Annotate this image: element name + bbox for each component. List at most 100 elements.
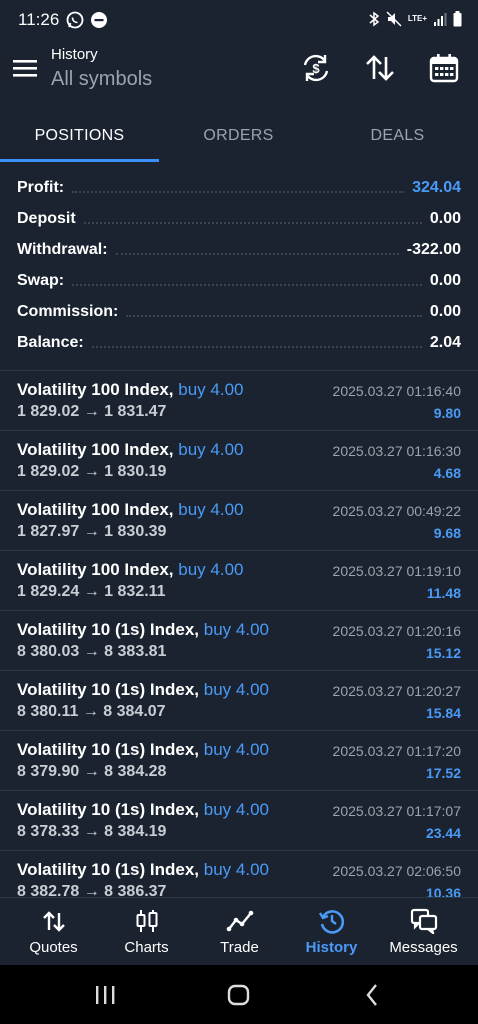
tab-deals[interactable]: DEALS <box>318 112 477 160</box>
position-symbol: Volatility 100 Index, <box>17 380 174 399</box>
summary-label: Profit: <box>17 178 65 196</box>
position-time: 2025.03.27 01:17:07 <box>332 803 461 819</box>
position-time: 2025.03.27 01:16:40 <box>332 383 461 399</box>
position-row[interactable]: Volatility 100 Index, buy 4.00 1 827.97 … <box>0 490 478 550</box>
back-icon[interactable] <box>359 981 387 1009</box>
position-prices: 8 380.11 → 8 384.07 <box>17 703 166 720</box>
hamburger-menu-icon[interactable] <box>12 56 40 80</box>
nav-label: History <box>305 939 358 956</box>
position-time: 2025.03.27 01:16:30 <box>332 443 461 459</box>
summary-row-swap: Swap: 0.00 <box>0 265 478 296</box>
summary-label: Swap: <box>17 271 65 289</box>
position-row[interactable]: Volatility 100 Index, buy 4.00 1 829.02 … <box>0 430 478 490</box>
status-time: 11:26 <box>18 10 60 29</box>
position-profit: 11.48 <box>426 585 461 601</box>
position-side: buy 4.00 <box>178 440 244 459</box>
position-symbol: Volatility 100 Index, <box>17 500 174 519</box>
dotted-leader <box>115 252 399 255</box>
position-prices: 1 829.02 → 1 830.19 <box>17 463 167 480</box>
calendar-icon[interactable] <box>428 52 460 84</box>
position-profit: 9.80 <box>433 405 461 421</box>
summary-value: 0.00 <box>429 209 461 227</box>
position-symbol: Volatility 10 (1s) Index, <box>17 800 200 819</box>
home-icon[interactable] <box>225 981 253 1009</box>
position-side: buy 4.00 <box>178 560 244 579</box>
history-clock-icon <box>318 910 344 934</box>
position-row[interactable]: Volatility 10 (1s) Index, buy 4.00 8 379… <box>0 730 478 790</box>
summary-label: Balance: <box>17 333 84 351</box>
summary-panel: Profit: 324.04 Deposit 0.00 Withdrawal: … <box>0 172 478 358</box>
tab-orders[interactable]: ORDERS <box>159 112 318 160</box>
currency-exchange-icon[interactable]: $ <box>300 52 332 84</box>
dotted-leader <box>126 314 422 317</box>
position-side: buy 4.00 <box>203 800 269 819</box>
nav-quotes[interactable]: Quotes <box>6 898 101 966</box>
summary-value: 324.04 <box>412 178 461 196</box>
position-profit: 15.12 <box>425 645 461 661</box>
summary-label: Deposit <box>17 209 76 227</box>
positions-list: Volatility 100 Index, buy 4.00 1 829.02 … <box>0 370 478 910</box>
position-prices: 8 379.90 → 8 384.28 <box>17 763 167 780</box>
position-symbol: Volatility 10 (1s) Index, <box>17 680 200 699</box>
page-title: History <box>51 46 98 63</box>
system-navigation-bar <box>0 965 478 1024</box>
position-row[interactable]: Volatility 10 (1s) Index, buy 4.00 8 380… <box>0 670 478 730</box>
summary-row-withdrawal: Withdrawal: -322.00 <box>0 234 478 265</box>
position-row[interactable]: Volatility 100 Index, buy 4.00 1 829.24 … <box>0 550 478 610</box>
summary-label: Withdrawal: <box>17 240 108 258</box>
trade-line-icon <box>226 910 253 932</box>
messages-icon <box>410 908 437 934</box>
nav-label: Quotes <box>29 939 78 956</box>
position-side: buy 4.00 <box>203 620 269 639</box>
nav-history[interactable]: History <box>284 898 379 966</box>
do-not-disturb-icon <box>91 12 107 28</box>
tab-positions[interactable]: POSITIONS <box>0 112 159 160</box>
summary-value: -322.00 <box>406 240 461 258</box>
sort-icon[interactable] <box>364 52 396 84</box>
signal-icon <box>434 13 447 26</box>
network-type-label: LTE+ <box>407 14 427 23</box>
position-row[interactable]: Volatility 10 (1s) Index, buy 4.00 8 378… <box>0 790 478 850</box>
bluetooth-icon <box>369 11 380 27</box>
nav-trade[interactable]: Trade <box>192 898 287 966</box>
position-prices: 1 829.02 → 1 831.47 <box>17 403 167 420</box>
dotted-leader <box>83 221 422 224</box>
position-side: buy 4.00 <box>203 740 269 759</box>
position-side: buy 4.00 <box>203 680 269 699</box>
nav-charts[interactable]: Charts <box>99 898 194 966</box>
nav-label: Messages <box>389 939 458 956</box>
dotted-leader <box>72 190 405 193</box>
nav-label: Trade <box>220 939 259 956</box>
history-tabs: POSITIONS ORDERS DEALS <box>0 112 478 162</box>
quotes-arrows-icon <box>42 911 65 932</box>
position-side: buy 4.00 <box>203 860 269 879</box>
nav-label: Charts <box>124 939 169 956</box>
position-profit: 17.52 <box>425 765 461 781</box>
position-side: buy 4.00 <box>178 380 244 399</box>
position-time: 2025.03.27 01:20:27 <box>332 683 461 699</box>
position-symbol: Volatility 10 (1s) Index, <box>17 740 200 759</box>
nav-messages[interactable]: Messages <box>376 898 471 966</box>
bottom-navigation: Quotes Charts Trade History Messages <box>0 897 478 965</box>
summary-row-profit: Profit: 324.04 <box>0 172 478 203</box>
app-bar: History All symbols $ <box>0 40 478 104</box>
position-symbol: Volatility 100 Index, <box>17 440 174 459</box>
dotted-leader <box>72 283 422 286</box>
position-prices: 8 380.03 → 8 383.81 <box>17 643 167 660</box>
svg-text:$: $ <box>312 61 320 76</box>
dotted-leader <box>91 345 422 348</box>
whatsapp-icon <box>66 11 84 29</box>
summary-row-commission: Commission: 0.00 <box>0 296 478 327</box>
position-prices: 1 829.24 → 1 832.11 <box>17 583 166 600</box>
position-row[interactable]: Volatility 100 Index, buy 4.00 1 829.02 … <box>0 370 478 430</box>
position-row[interactable]: Volatility 10 (1s) Index, buy 4.00 8 380… <box>0 610 478 670</box>
symbol-filter[interactable]: All symbols <box>51 68 152 91</box>
position-profit: 9.68 <box>433 525 461 541</box>
position-symbol: Volatility 10 (1s) Index, <box>17 620 200 639</box>
recent-apps-icon[interactable] <box>91 981 119 1009</box>
position-side: buy 4.00 <box>178 500 244 519</box>
summary-label: Commission: <box>17 302 119 320</box>
summary-row-deposit: Deposit 0.00 <box>0 203 478 234</box>
summary-value: 0.00 <box>429 302 461 320</box>
active-tab-indicator <box>0 159 159 162</box>
